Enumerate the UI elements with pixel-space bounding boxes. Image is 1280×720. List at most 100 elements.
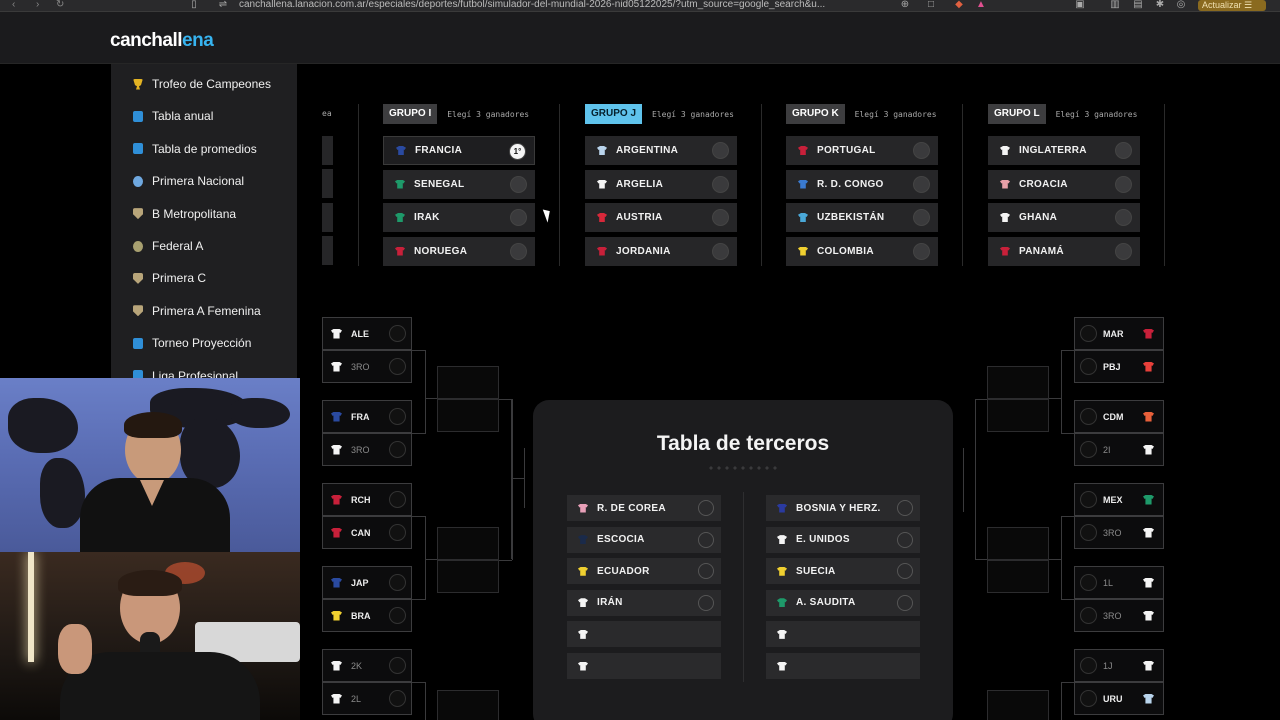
empty-bracket-slot[interactable] [437,399,499,432]
bracket-slot[interactable]: 3RO [322,350,412,383]
winner-radio[interactable] [1080,607,1097,624]
third-place-row[interactable]: IRÁN [567,589,721,616]
team-row[interactable]: INGLATERRA [988,136,1140,165]
third-place-row[interactable]: BOSNIA Y HERZ. [766,495,920,521]
team-row[interactable]: COLOMBIA [786,236,938,266]
position-radio[interactable] [1115,209,1132,226]
bracket-slot[interactable]: 2I [1074,433,1164,466]
team-row[interactable]: UZBEKISTÁN [786,203,938,232]
bracket-slot[interactable]: 1L [1074,566,1164,599]
winner-radio[interactable] [389,690,406,707]
team-row[interactable]: FRANCIA 1° [383,136,535,165]
zoom-icon[interactable]: ⊕ [900,0,910,10]
share-icon[interactable]: □ [926,0,936,10]
select-radio[interactable] [698,563,714,580]
forward-icon[interactable]: › [36,0,39,10]
select-radio[interactable] [897,500,913,516]
bracket-slot[interactable]: MEX [1074,483,1164,516]
sidebar-item[interactable]: Primera Nacional [111,167,297,195]
bracket-slot[interactable]: BRA [322,599,412,632]
winner-radio[interactable] [1080,358,1097,375]
winner-radio[interactable] [389,358,406,375]
team-row[interactable]: ARGELIA [585,169,737,199]
third-place-row[interactable]: E. UNIDOS [766,526,920,553]
empty-third-place-row[interactable] [766,621,920,648]
sidebar-item[interactable]: Tabla de promedios [111,135,297,163]
position-radio[interactable] [712,242,729,260]
position-radio[interactable] [1115,175,1132,193]
third-place-row[interactable]: SUECIA [766,558,920,585]
bookmark-icon[interactable]: ▯ [189,0,199,10]
select-radio[interactable] [897,531,913,548]
team-row[interactable]: CROACIA [988,169,1140,199]
brave-shield-icon[interactable]: ◆ [954,0,964,10]
position-radio[interactable] [510,242,527,260]
select-radio[interactable] [698,531,714,548]
bracket-slot[interactable]: 2L [322,682,412,715]
winner-radio[interactable] [389,491,406,508]
position-radio[interactable] [712,142,729,159]
bracket-slot[interactable]: CAN [322,516,412,549]
third-place-row[interactable]: ESCOCIA [567,526,721,553]
sidebar-toggle-icon[interactable]: ▥ [1110,0,1120,10]
position-radio[interactable] [1115,242,1132,260]
sidebar-item[interactable]: Federal A [111,232,297,260]
empty-bracket-slot[interactable] [987,560,1049,593]
position-radio[interactable] [913,209,930,226]
third-place-row[interactable]: A. SAUDITA [766,589,920,616]
sidebar-item[interactable]: Torneo Proyección [111,329,297,357]
position-radio[interactable] [510,209,527,226]
winner-radio[interactable] [389,524,406,541]
screenshot-icon[interactable]: ▣ [1075,0,1085,10]
position-radio[interactable] [510,175,527,193]
winner-radio[interactable] [389,408,406,425]
extensions-icon[interactable]: ✱ [1155,0,1165,10]
empty-bracket-slot[interactable] [987,399,1049,432]
sidebar-item[interactable]: Tabla anual [111,102,297,130]
team-row[interactable]: JORDANIA [585,236,737,266]
bracket-slot[interactable]: JAP [322,566,412,599]
sidebar-item[interactable]: B Metropolitana [111,200,297,228]
site-info-icon[interactable]: ⇌ [218,0,228,10]
winner-radio[interactable] [1080,408,1097,425]
winner-radio[interactable] [1080,491,1097,508]
third-place-row[interactable]: R. DE COREA [567,495,721,521]
sidebar-item[interactable]: Trofeo de Campeones [111,70,297,98]
winner-radio[interactable] [1080,524,1097,541]
bracket-slot[interactable]: FRA [322,400,412,433]
bracket-slot[interactable]: MAR [1074,317,1164,350]
position-radio[interactable] [1115,142,1132,159]
winner-radio[interactable] [1080,574,1097,591]
empty-bracket-slot[interactable] [437,366,499,399]
third-place-row[interactable]: ECUADOR [567,558,721,585]
back-icon[interactable]: ‹ [12,0,15,10]
empty-third-place-row[interactable] [567,621,721,648]
winner-radio[interactable] [389,657,406,674]
select-radio[interactable] [897,594,913,611]
winner-radio[interactable] [389,574,406,591]
rewards-icon[interactable]: ▲ [976,0,986,10]
team-row[interactable]: R. D. CONGO [786,169,938,199]
vpn-icon[interactable]: ◎ [1176,0,1186,10]
bracket-slot[interactable]: 1J [1074,649,1164,682]
partial-team-row[interactable] [322,236,333,265]
bracket-slot[interactable]: URU [1074,682,1164,715]
sidebar-item[interactable]: Primera A Femenina [111,297,297,325]
select-radio[interactable] [698,500,714,516]
winner-radio[interactable] [1080,325,1097,342]
bracket-slot[interactable]: 2K [322,649,412,682]
empty-bracket-slot[interactable] [987,366,1049,399]
team-row[interactable]: IRAK [383,203,535,232]
bracket-slot[interactable]: RCH [322,483,412,516]
winner-radio[interactable] [1080,441,1097,458]
reload-icon[interactable]: ↻ [56,0,64,10]
winner-radio[interactable] [389,607,406,624]
team-row[interactable]: SENEGAL [383,169,535,199]
winner-radio[interactable] [1080,657,1097,674]
position-radio[interactable] [712,175,729,193]
team-row[interactable]: AUSTRIA [585,203,737,232]
update-button[interactable]: Actualizar ☰ [1198,0,1266,11]
select-radio[interactable] [698,594,714,611]
bracket-slot[interactable]: PBJ [1074,350,1164,383]
empty-bracket-slot[interactable] [437,527,499,560]
